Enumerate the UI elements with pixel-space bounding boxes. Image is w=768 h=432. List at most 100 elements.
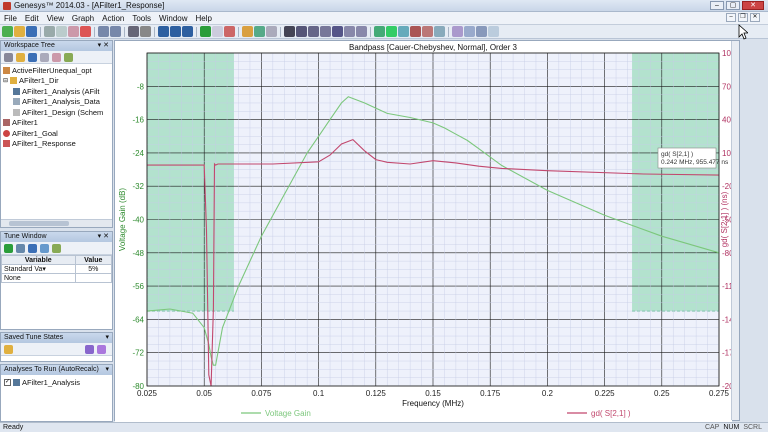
stop-icon[interactable]	[224, 26, 235, 37]
pointer-icon[interactable]	[284, 26, 295, 37]
new-workspace-item-icon[interactable]	[4, 52, 13, 62]
tree-item[interactable]: AFilter1_Design (Schem	[3, 107, 110, 118]
properties-icon[interactable]	[40, 52, 49, 62]
folder-icon[interactable]	[4, 344, 13, 354]
response-chart[interactable]: Bandpass [Cauer-Chebyshev, Normal], Orde…	[115, 41, 732, 422]
folder-icon[interactable]	[16, 52, 25, 62]
tree-item[interactable]: ActiveFilterUnequal_opt	[3, 65, 110, 76]
tree-item[interactable]: AFilter1_Analysis (AFilt	[3, 86, 110, 97]
layout-c-icon[interactable]	[182, 26, 193, 37]
variable-select[interactable]: Standard Va▾	[1, 264, 76, 274]
properties-icon[interactable]	[140, 26, 151, 37]
tree-item[interactable]: AFilter1	[3, 118, 110, 129]
pin-icon[interactable]: ▾	[105, 365, 109, 375]
tree-item[interactable]: AFilter1_Analysis_Data	[3, 97, 110, 108]
save-workspace-icon[interactable]	[28, 52, 37, 62]
minimize-button[interactable]: –	[710, 1, 724, 10]
menu-edit[interactable]: Edit	[21, 14, 43, 23]
delete-icon[interactable]	[80, 26, 91, 37]
menu-help[interactable]: Help	[192, 14, 216, 23]
mdi-restore-button[interactable]: ❐	[738, 13, 748, 22]
copy-icon[interactable]	[56, 26, 67, 37]
variable-cell[interactable]: None	[1, 273, 76, 283]
menu-window[interactable]: Window	[155, 14, 191, 23]
caps-lock-indicator: CAP	[704, 424, 720, 431]
rect-graph-icon[interactable]	[452, 26, 463, 37]
undo-icon[interactable]	[98, 26, 109, 37]
table-row[interactable]: Standard Va▾ 5%	[1, 264, 112, 274]
print-icon[interactable]	[128, 26, 139, 37]
y-axis-label: Voltage Gain (dB)	[118, 188, 127, 251]
tree-item[interactable]: AFilter1_Response	[3, 139, 110, 150]
run-dropdown-icon[interactable]	[212, 26, 223, 37]
workspace-tree-title: Workspace Tree	[4, 42, 55, 49]
store-state-icon[interactable]	[85, 344, 94, 354]
polar-icon[interactable]	[434, 26, 445, 37]
layout-a-icon[interactable]	[158, 26, 169, 37]
export-icon[interactable]	[488, 26, 499, 37]
store-icon[interactable]	[28, 243, 37, 253]
tune-settings-icon[interactable]	[16, 243, 25, 253]
zoom-in-icon[interactable]	[344, 26, 355, 37]
mdi-close-button[interactable]: ✕	[750, 13, 760, 22]
view-icon[interactable]	[266, 26, 277, 37]
y-tick-label: -8	[137, 82, 145, 91]
chart-title: Bandpass [Cauer-Chebyshev, Normal], Orde…	[349, 43, 517, 52]
app-icon	[3, 2, 11, 10]
value-cell[interactable]	[74, 273, 112, 283]
y-tick-label: -48	[132, 249, 144, 258]
marker-icon[interactable]	[374, 26, 385, 37]
zoom-out-icon[interactable]	[356, 26, 367, 37]
close-button[interactable]: ✕	[742, 1, 764, 10]
menu-view[interactable]: View	[43, 14, 68, 23]
fit-icon[interactable]	[332, 26, 343, 37]
analysis-icon	[13, 87, 20, 95]
open-icon[interactable]	[14, 26, 25, 37]
menu-file[interactable]: File	[0, 14, 21, 23]
maximize-button[interactable]: ▢	[726, 1, 740, 10]
table-header-row: Variable Value	[1, 255, 112, 265]
pan-icon[interactable]	[296, 26, 307, 37]
tree-item[interactable]: AFilter1_Goal	[3, 128, 110, 139]
analysis-list-item[interactable]: ✓ AFilter1_Analysis	[1, 377, 112, 388]
paste-icon[interactable]	[68, 26, 79, 37]
horizontal-scrollbar[interactable]	[1, 219, 112, 227]
refresh-icon[interactable]	[64, 52, 73, 62]
check-icon[interactable]	[4, 243, 13, 253]
menu-graph[interactable]: Graph	[68, 14, 98, 23]
tune-icon[interactable]	[242, 26, 253, 37]
analysis-checkbox[interactable]: ✓	[4, 378, 11, 386]
delete-state-icon[interactable]	[97, 344, 106, 354]
table-icon[interactable]	[464, 26, 475, 37]
value-cell[interactable]: 5%	[74, 264, 112, 274]
redo-icon[interactable]	[110, 26, 121, 37]
recall-icon[interactable]	[40, 243, 49, 253]
vertical-scrollbar[interactable]	[731, 41, 739, 420]
smith-icon[interactable]	[422, 26, 433, 37]
data-icon	[13, 98, 20, 106]
trace-icon[interactable]	[386, 26, 397, 37]
layout-b-icon[interactable]	[170, 26, 181, 37]
save-icon[interactable]	[26, 26, 37, 37]
zoom-area-icon[interactable]	[320, 26, 331, 37]
table-row[interactable]: None	[1, 273, 112, 283]
tools-icon[interactable]	[52, 52, 61, 62]
mdi-minimize-button[interactable]: –	[726, 13, 736, 22]
zoom-icon[interactable]	[308, 26, 319, 37]
wave-icon[interactable]	[398, 26, 409, 37]
menu-tools[interactable]: Tools	[128, 14, 155, 23]
report-icon[interactable]	[476, 26, 487, 37]
tune-window-title: Tune Window	[4, 233, 47, 240]
run-icon[interactable]	[200, 26, 211, 37]
cut-icon[interactable]	[44, 26, 55, 37]
reset-icon[interactable]	[52, 243, 61, 253]
sparam-icon[interactable]	[410, 26, 421, 37]
column-header-variable: Variable	[1, 255, 76, 265]
pin-icon[interactable]: ▾ ✕	[98, 232, 109, 242]
new-icon[interactable]	[2, 26, 13, 37]
pin-icon[interactable]: ▾ ✕	[98, 41, 109, 51]
pin-icon[interactable]: ▾	[105, 333, 109, 343]
optimize-icon[interactable]	[254, 26, 265, 37]
tree-item[interactable]: ⊟ AFilter1_Dir	[3, 76, 110, 87]
menu-action[interactable]: Action	[98, 14, 128, 23]
